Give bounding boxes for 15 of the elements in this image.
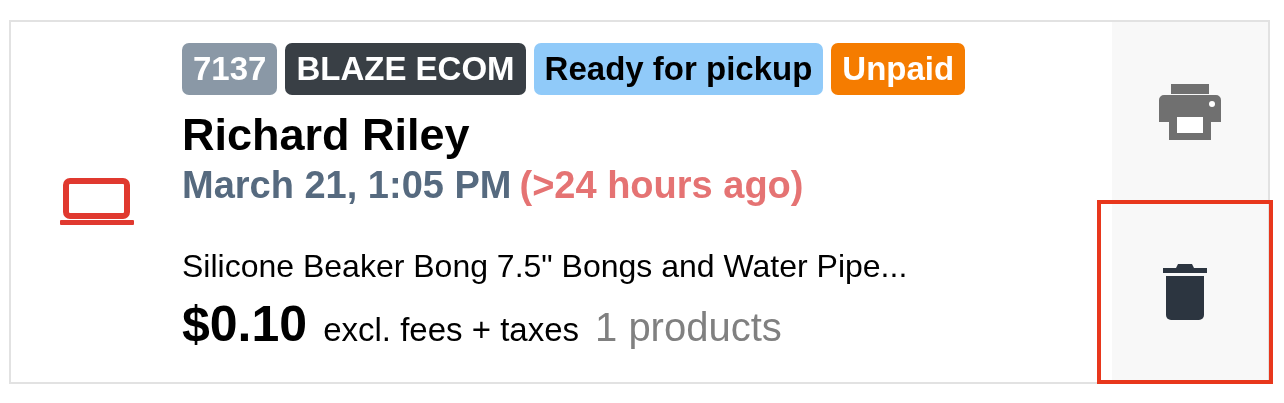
status-badge: Unpaid — [831, 43, 966, 95]
order-age: (>24 hours ago) — [519, 162, 804, 208]
status-badge: BLAZE ECOM — [285, 43, 526, 95]
product-name: Silicone Beaker Bong 7.5" Bongs and Water Pipe... — [182, 247, 909, 287]
status-badge: 7137 — [182, 43, 278, 95]
customer-name: Richard Riley — [182, 110, 471, 160]
laptop-icon — [59, 178, 134, 226]
product-count: 1 products — [595, 304, 782, 352]
delete-button[interactable] — [1099, 202, 1271, 382]
trash-icon — [1163, 264, 1207, 320]
printer-icon — [1159, 84, 1221, 140]
price-note: excl. fees + taxes — [323, 310, 579, 351]
order-date: March 21, 1:05 PM — [182, 162, 512, 208]
status-badge: Ready for pickup — [533, 43, 824, 95]
order-price: $0.10 — [182, 296, 308, 354]
